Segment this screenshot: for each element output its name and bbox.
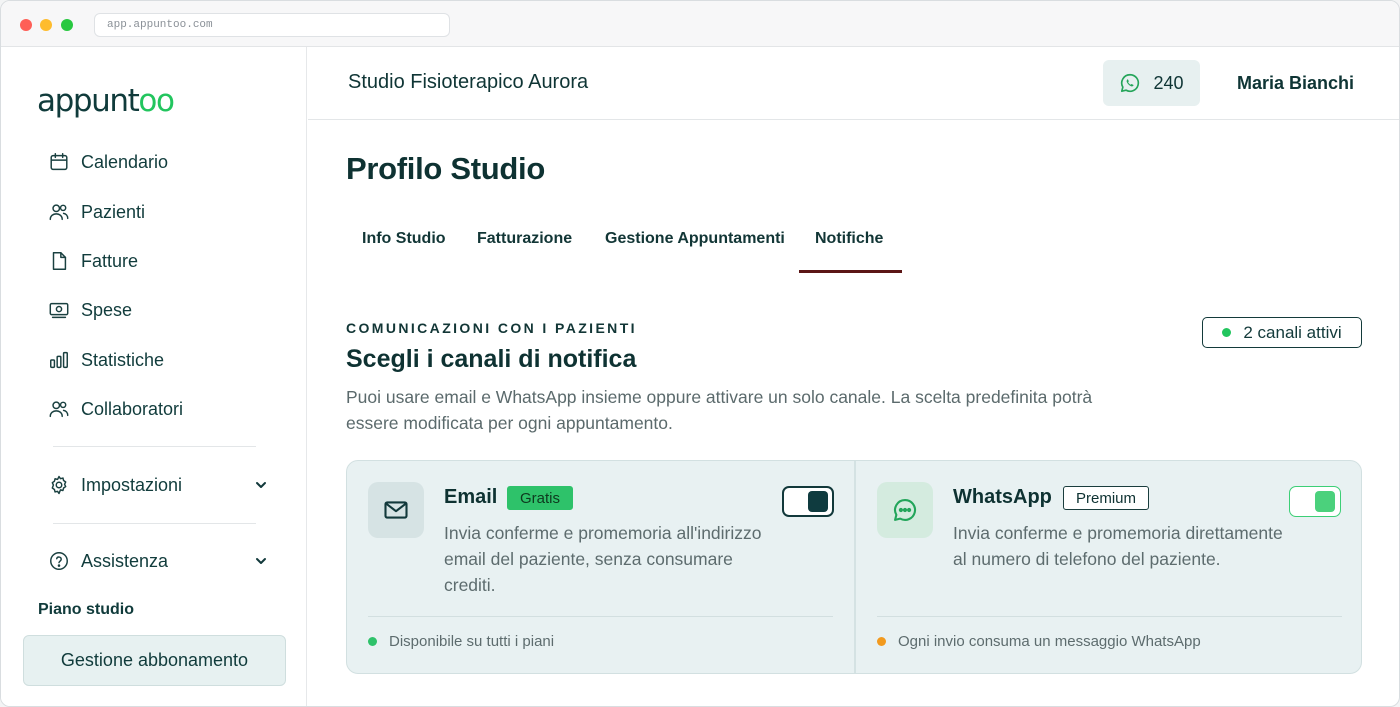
chevron-down-icon bbox=[256, 558, 266, 564]
sidebar-item-label: Statistiche bbox=[81, 349, 165, 370]
tab-fatturazione[interactable]: Fatturazione bbox=[477, 230, 572, 248]
whatsapp-credits-button[interactable]: 240 bbox=[1103, 60, 1200, 106]
sidebar-item-calendario[interactable]: Calendario bbox=[47, 148, 168, 176]
sidebar: appuntoo Calendario Pazienti Fatture Spe… bbox=[1, 47, 307, 706]
section-overline: COMUNICAZIONI CON I PAZIENTI bbox=[346, 320, 637, 336]
team-icon bbox=[47, 397, 71, 421]
sidebar-item-label: Collaboratori bbox=[81, 398, 184, 419]
app-window: app.appuntoo.com appuntoo Calendario Paz… bbox=[0, 0, 1400, 707]
topbar: Studio Fisioterapico Aurora 240 Maria Bi… bbox=[308, 47, 1399, 120]
section-description: Puoi usare email e WhatsApp insieme oppu… bbox=[346, 387, 1093, 433]
card-divider bbox=[368, 616, 833, 617]
email-channel-card: Email Gratis Invia conferme e promemoria… bbox=[347, 461, 854, 673]
free-badge: Gratis bbox=[507, 486, 574, 510]
mail-icon bbox=[368, 482, 424, 538]
app-logo[interactable]: appuntoo bbox=[37, 83, 175, 119]
users-icon bbox=[47, 200, 71, 224]
sidebar-item-spese[interactable]: Spese bbox=[47, 296, 132, 324]
toggle-knob bbox=[808, 491, 828, 512]
manage-subscription-button[interactable]: Gestione abbonamento bbox=[23, 635, 286, 686]
channel-footer: Disponibile su tutti i piani bbox=[368, 633, 554, 650]
money-icon bbox=[47, 298, 71, 322]
email-toggle[interactable] bbox=[782, 486, 834, 517]
sidebar-item-label: Calendario bbox=[81, 151, 169, 172]
studio-name: Studio Fisioterapico Aurora bbox=[348, 71, 589, 93]
sidebar-item-label: Assistenza bbox=[81, 550, 169, 571]
channels-panel: Email Gratis Invia conferme e promemoria… bbox=[346, 460, 1362, 674]
sidebar-item-pazienti[interactable]: Pazienti bbox=[47, 198, 145, 226]
gear-icon bbox=[47, 473, 71, 497]
active-channels-badge: 2 canali attivi bbox=[1202, 317, 1362, 348]
channel-description: Invia conferme e promemoria direttamente… bbox=[953, 523, 1283, 569]
chat-bubble-icon bbox=[877, 482, 933, 538]
plan-section-label: Piano studio bbox=[38, 601, 134, 618]
sidebar-item-collaboratori[interactable]: Collaboratori bbox=[47, 395, 183, 423]
active-channels-text: 2 canali attivi bbox=[1243, 322, 1342, 342]
tab-info-studio[interactable]: Info Studio bbox=[362, 230, 446, 248]
tab-gestione-appuntamenti[interactable]: Gestione Appuntamenti bbox=[605, 230, 785, 248]
whatsapp-icon bbox=[1121, 73, 1140, 93]
sidebar-divider bbox=[53, 446, 256, 447]
address-bar[interactable]: app.appuntoo.com bbox=[94, 13, 450, 37]
sidebar-item-label: Pazienti bbox=[81, 201, 146, 222]
sidebar-item-fatture[interactable]: Fatture bbox=[47, 247, 138, 275]
channel-name: WhatsApp bbox=[953, 486, 1052, 508]
active-tab-indicator bbox=[799, 270, 902, 273]
logo-text: appunt bbox=[37, 83, 140, 119]
bar-chart-icon bbox=[47, 348, 71, 372]
sidebar-divider bbox=[53, 523, 256, 524]
sidebar-item-label: Fatture bbox=[81, 250, 139, 271]
status-dot-icon bbox=[368, 637, 377, 646]
minimize-window-button[interactable] bbox=[40, 19, 52, 31]
calendar-icon bbox=[47, 150, 71, 174]
sidebar-item-statistiche[interactable]: Statistiche bbox=[47, 346, 164, 374]
section-title: Scegli i canali di notifica bbox=[346, 345, 637, 373]
browser-toolbar: app.appuntoo.com bbox=[1, 1, 1399, 47]
close-window-button[interactable] bbox=[20, 19, 32, 31]
sidebar-item-impostazioni[interactable]: Impostazioni bbox=[47, 471, 267, 499]
logo-accent-text: oo bbox=[138, 83, 175, 119]
chevron-down-icon bbox=[256, 482, 266, 488]
sidebar-item-assistenza[interactable]: Assistenza bbox=[47, 547, 267, 575]
card-divider bbox=[877, 616, 1342, 617]
sidebar-item-label: Impostazioni bbox=[81, 474, 183, 495]
channel-description: Invia conferme e promemoria all'indirizz… bbox=[444, 523, 762, 595]
credits-count: 240 bbox=[1153, 72, 1184, 93]
help-icon bbox=[47, 549, 71, 573]
whatsapp-channel-card: WhatsApp Premium Invia conferme e promem… bbox=[856, 461, 1361, 673]
tab-notifiche[interactable]: Notifiche bbox=[815, 230, 883, 248]
channel-name: Email bbox=[444, 486, 498, 508]
premium-badge: Premium bbox=[1063, 486, 1150, 510]
channel-footer: Ogni invio consuma un messaggio WhatsApp bbox=[877, 633, 1201, 650]
status-dot-icon bbox=[1222, 328, 1232, 337]
status-dot-icon bbox=[877, 637, 886, 646]
toggle-knob bbox=[1315, 491, 1335, 512]
sidebar-item-label: Spese bbox=[81, 299, 133, 320]
footer-text: Disponibile su tutti i piani bbox=[389, 633, 555, 650]
document-icon bbox=[47, 249, 71, 273]
user-menu[interactable]: Maria Bianchi bbox=[1237, 73, 1354, 94]
whatsapp-toggle[interactable] bbox=[1289, 486, 1341, 517]
page-title: Profilo Studio bbox=[346, 151, 545, 186]
maximize-window-button[interactable] bbox=[61, 19, 73, 31]
footer-text: Ogni invio consuma un messaggio WhatsApp bbox=[898, 633, 1201, 650]
